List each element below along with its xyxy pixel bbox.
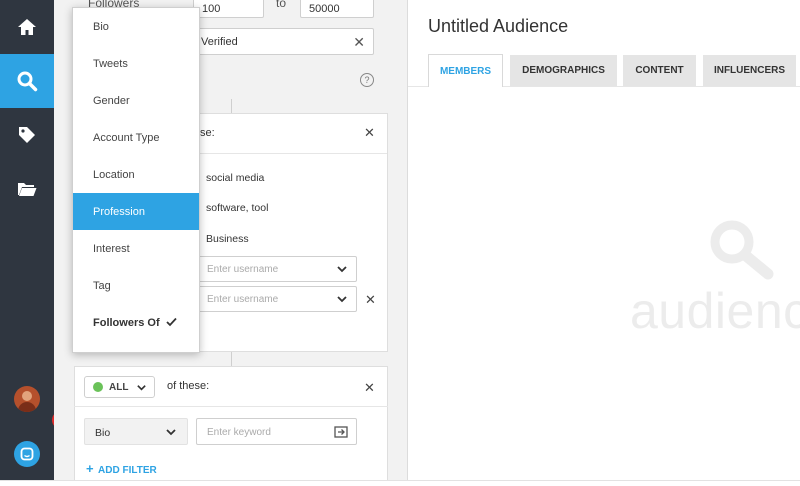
username-placeholder: Enter username [207, 294, 279, 305]
field-select-value: Bio [95, 427, 111, 439]
chevron-down-icon [337, 296, 347, 303]
group-header-text: of these: [167, 380, 210, 392]
tab-content[interactable]: CONTENT [623, 55, 696, 86]
checkmark-icon [166, 317, 177, 327]
remove-row-icon[interactable]: ✕ [365, 292, 376, 308]
tab-influencers[interactable]: INFLUENCERS [703, 55, 796, 86]
watermark-search-icon [710, 220, 774, 280]
followers-max-input[interactable]: 50000 [300, 0, 374, 18]
page-title: Untitled Audience [428, 16, 569, 36]
connector-line [231, 99, 232, 113]
nav-tags[interactable] [0, 108, 54, 162]
keyword-item: Business [206, 233, 249, 245]
folder-icon [18, 183, 37, 196]
filter-type-dropdown: Bio Tweets Gender Account Type Location … [72, 7, 200, 353]
keyword-item: software, tool [206, 202, 269, 214]
keyword-item: social media [206, 172, 265, 184]
followers-min-input[interactable]: 100 [193, 0, 264, 18]
tab-demographics[interactable]: DEMOGRAPHICS [510, 55, 617, 86]
username-placeholder: Enter username [207, 264, 279, 275]
keyword-placeholder: Enter keyword [207, 427, 271, 438]
add-filter-button[interactable]: + ADD FILTER [86, 461, 157, 476]
verified-value: Verified [201, 36, 238, 48]
home-icon [18, 19, 36, 35]
dropdown-item-tag[interactable]: Tag [73, 267, 199, 304]
watermark-logo-text: audienc [630, 283, 800, 339]
help-icon[interactable]: ? [360, 73, 374, 87]
enter-icon[interactable] [334, 426, 348, 438]
active-tab-gap [429, 86, 502, 87]
clear-verified-icon[interactable]: ✕ [353, 34, 365, 51]
username-select[interactable]: Enter username [198, 256, 357, 282]
chat-button[interactable] [14, 441, 40, 467]
status-dot-icon [93, 382, 103, 392]
match-mode-select[interactable]: ALL [84, 376, 155, 398]
add-filter-label: ADD FILTER [98, 465, 157, 476]
verified-field[interactable]: Verified ✕ [190, 28, 374, 55]
field-select[interactable]: Bio [84, 418, 188, 445]
tag-icon [19, 127, 35, 143]
close-group-icon[interactable]: ✕ [364, 125, 375, 141]
dropdown-item-gender[interactable]: Gender [73, 82, 199, 119]
chat-icon [20, 447, 34, 461]
username-select[interactable]: Enter username [198, 286, 357, 312]
sidebar [0, 0, 54, 486]
dropdown-item-interest[interactable]: Interest [73, 230, 199, 267]
chevron-down-icon [337, 266, 347, 273]
group-header-text: se: [200, 127, 215, 139]
connector-line [231, 352, 232, 366]
range-to-label: to [276, 0, 287, 10]
nav-folders[interactable] [0, 162, 54, 216]
chevron-down-icon [166, 429, 176, 436]
dropdown-item-profession[interactable]: Profession [73, 193, 199, 230]
divider [74, 406, 388, 407]
chevron-down-icon [137, 385, 146, 391]
dropdown-item-tweets[interactable]: Tweets [73, 45, 199, 82]
dropdown-item-label: Followers Of [93, 316, 160, 329]
plus-icon: + [86, 461, 94, 476]
tab-members[interactable]: MEMBERS [428, 54, 503, 87]
close-group-icon[interactable]: ✕ [364, 380, 375, 396]
avatar[interactable] [14, 386, 40, 412]
match-mode-value: ALL [109, 382, 129, 393]
nav-search[interactable] [0, 54, 54, 108]
dropdown-item-location[interactable]: Location [73, 156, 199, 193]
keyword-input[interactable]: Enter keyword [196, 418, 357, 445]
dropdown-item-followers-of[interactable]: Followers Of [73, 304, 199, 341]
dropdown-item-account-type[interactable]: Account Type [73, 119, 199, 156]
bottom-bar [0, 480, 800, 486]
search-icon [17, 71, 38, 92]
nav-home[interactable] [0, 0, 54, 54]
dropdown-item-bio[interactable]: Bio [73, 8, 199, 45]
